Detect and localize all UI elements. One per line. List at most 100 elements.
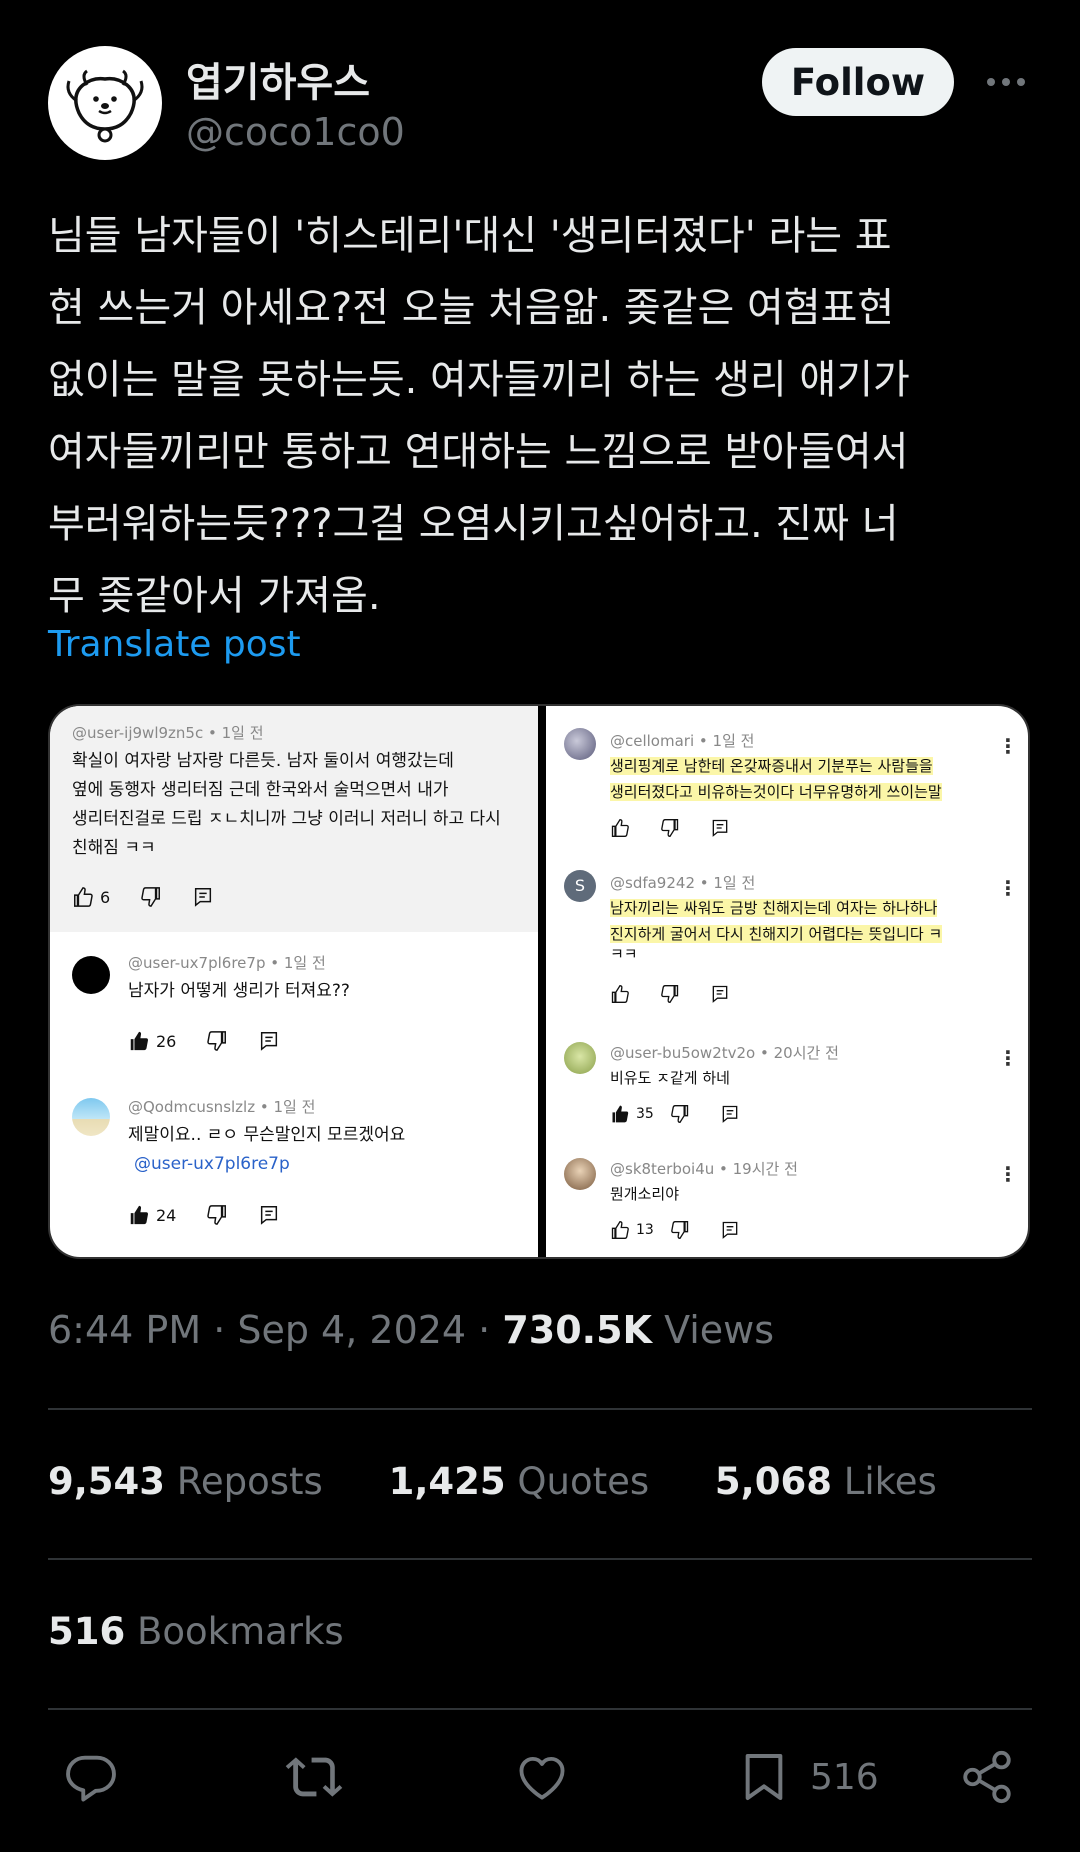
reply-comment-icon [712, 819, 728, 837]
translate-post-link[interactable]: Translate post [48, 624, 301, 665]
bookmarks-count: 516 [48, 1610, 126, 1653]
comment: @user-ij9wl9zn5c • 1일 전 확실이 여자랑 남자랑 다른듯.… [72, 722, 501, 863]
reply-comment-icon [195, 888, 212, 907]
comment: @sk8terboi4u • 19시간 전 뭔개소리야 [610, 1158, 798, 1207]
comment-menu-icon: ⋮ [998, 876, 1018, 900]
comment-user: @user-ux7pl6re7p [128, 954, 266, 972]
reply-button[interactable] [62, 1748, 120, 1806]
reposts-label: Reposts [165, 1460, 323, 1503]
like-icon [519, 1756, 565, 1800]
more-options-icon[interactable] [982, 64, 1030, 100]
comment: @sdfa9242 • 1일 전 남자끼리는 싸워도 금방 친해지는데 여자는 … [610, 874, 943, 961]
repost-button[interactable] [284, 1748, 344, 1806]
post-text-line: 여자들끼리만 통하고 연대하는 느낌으로 받아들여서 [48, 429, 909, 475]
post-media-image[interactable]: @user-ij9wl9zn5c • 1일 전 확실이 여자랑 남자랑 다른듯.… [48, 704, 1030, 1259]
post-text-line: 부러워하는듯???그걸 오염시키고싶어하고. 진짜 너 [48, 501, 899, 547]
comment-text: 생리터진걸로 드립 ㅈㄴ치니까 그냥 이러니 저러니 하고 다시 [72, 809, 501, 829]
comment-text: 생리터졌다고 비유하는것이다 너무유명하게 쓰이는말 [610, 783, 942, 801]
quotes-stat[interactable]: 1,425 Quotes [389, 1460, 650, 1503]
thumbs-up-icon [74, 887, 93, 907]
comment-text: 제말이요.. ㄹㅇ 무슨말인지 모르겠어요 [128, 1125, 406, 1145]
divider [48, 1408, 1032, 1410]
bookmark-count: 516 [810, 1756, 879, 1798]
media-divider [538, 706, 546, 1257]
commenter-avatar [72, 1098, 110, 1136]
reply-comment-icon [722, 1105, 738, 1123]
thumbs-down-icon [661, 819, 679, 838]
share-button[interactable] [958, 1748, 1016, 1806]
comment-text: 확실이 여자랑 남자랑 다른듯. 남자 둘이서 여행갔는데 [72, 751, 454, 771]
reply-comment-icon [261, 1032, 278, 1051]
bookmark-icon [745, 1754, 783, 1800]
thumbs-down-icon [670, 1105, 688, 1124]
comment-user: @user-ij9wl9zn5c [72, 724, 204, 742]
comment: @user-bu5ow2tv2o • 20시간 전 비유도 ㅈ같게 하네 [610, 1042, 839, 1091]
thumbs-up-icon [611, 818, 629, 837]
commenter-avatar [72, 956, 110, 994]
comment-actions: 24 [128, 1204, 280, 1226]
quotes-label: Quotes [505, 1460, 650, 1503]
thumbs-down-icon [141, 887, 161, 907]
comment-user: @sdfa9242 [610, 874, 695, 892]
post-text-line: 님들 남자들이 '히스테리'대신 '생리터졌다' 라는 표 [48, 213, 892, 259]
post-timestamp: 6:44 PM · Sep 4, 2024 · 730.5K Views [48, 1308, 774, 1352]
author-name[interactable]: 엽기하우스 [186, 50, 370, 108]
author-avatar[interactable] [48, 46, 162, 160]
like-button[interactable] [512, 1748, 572, 1806]
repost-icon [285, 1757, 343, 1797]
quotes-count: 1,425 [388, 1460, 506, 1503]
views-label: Views [652, 1308, 775, 1352]
engagement-stats: 9,543 Reposts 1,425 Quotes 5,068 Likes [48, 1460, 991, 1503]
post-text-line: 현 쓰는거 아세요?전 오늘 처음앎. 좆같은 여혐표현 [48, 285, 895, 331]
comment-menu-icon: ⋮ [998, 734, 1018, 758]
comment-like-count: 13 [636, 1222, 654, 1238]
thumbs-down-icon [670, 1221, 688, 1240]
comment: @cellomari • 1일 전 생리핑계로 남한테 온갖짜증내서 기분푸는 … [610, 732, 942, 801]
post-text-line: 무 좆같아서 가져옴. [48, 573, 381, 619]
thumbs-up-filled-icon [612, 1105, 629, 1123]
comment-text: 남자가 어떻게 생리가 터져요?? [128, 981, 350, 1001]
bookmarks-stat[interactable]: 516 Bookmarks [48, 1610, 344, 1653]
comment-text: 옆에 동행자 생리터짐 근데 한국와서 술먹으면서 내가 [72, 780, 449, 800]
commenter-avatar: S [564, 870, 596, 902]
reposts-count: 9,543 [48, 1460, 166, 1503]
thumbs-down-icon [207, 1031, 227, 1051]
comment-user: @sk8terboi4u [610, 1160, 715, 1178]
thumbs-up-filled-icon [130, 1205, 149, 1225]
author-handle[interactable]: @coco1co0 [186, 110, 405, 154]
bookmark-button[interactable]: 516 [736, 1748, 879, 1806]
comment-text: 남자끼리는 싸워도 금방 친해지는데 여자는 하나하나 [610, 899, 938, 917]
reply-comment-icon [261, 1206, 278, 1225]
likes-count: 5,068 [714, 1460, 832, 1503]
thumbs-down-icon [661, 985, 679, 1004]
thumbs-up-icon [611, 984, 629, 1003]
comment-user: @Qodmcusnslzlz [128, 1098, 256, 1116]
follow-button[interactable]: Follow [762, 48, 954, 116]
comment-time: 1일 전 [283, 954, 326, 972]
reposts-stat[interactable]: 9,543 Reposts [48, 1460, 323, 1503]
comment-time: 1일 전 [713, 874, 756, 892]
bookmarks-label: Bookmarks [125, 1610, 344, 1653]
comment-time: 1일 전 [273, 1098, 316, 1116]
comment-mention: @user-ux7pl6re7p [134, 1154, 290, 1174]
post-time[interactable]: 6:44 PM · Sep 4, 2024 · [48, 1308, 502, 1352]
thumbs-down-icon [207, 1205, 227, 1225]
comment-text: 뭔개소리야 [610, 1185, 680, 1203]
comment-actions [610, 984, 730, 1004]
comment-menu-icon: ⋮ [998, 1162, 1018, 1186]
comment-menu-icon: ⋮ [998, 1046, 1018, 1070]
divider [48, 1558, 1032, 1560]
comment-text: 생리핑계로 남한테 온갖짜증내서 기분푸는 사람들을 [610, 757, 933, 775]
comment-actions: 6 [72, 886, 214, 908]
commenter-avatar [564, 1042, 596, 1074]
media-left-panel: @user-ij9wl9zn5c • 1일 전 확실이 여자랑 남자랑 다른듯.… [50, 706, 538, 1257]
comment-actions: 26 [128, 1030, 280, 1052]
comment: @Qodmcusnslzlz • 1일 전 제말이요.. ㄹㅇ 무슨말인지 모르… [128, 1098, 406, 1174]
likes-stat[interactable]: 5,068 Likes [715, 1460, 937, 1503]
comment: @user-ux7pl6re7p • 1일 전 남자가 어떻게 생리가 터져요?… [128, 952, 350, 1006]
reply-comment-icon [722, 1221, 738, 1239]
thumbs-up-filled-icon [130, 1031, 149, 1051]
action-bar: 516 [0, 1748, 1080, 1808]
comment-like-count: 35 [636, 1106, 654, 1122]
comment-text: ㅋㅋ [610, 947, 638, 961]
